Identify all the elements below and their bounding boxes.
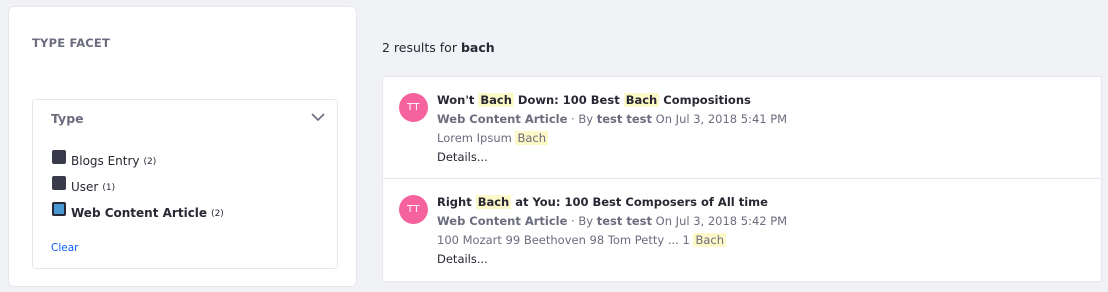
highlight-term: Bach [515, 131, 549, 145]
result-type: Web Content Article [437, 214, 568, 228]
result-title-link[interactable]: Won't Bach Down: 100 Best Bach Compositi… [437, 93, 751, 107]
avatar: TT [399, 195, 428, 224]
facet-term-blogs-entry[interactable]: Blogs Entry (2) [52, 148, 224, 174]
result-type: Web Content Article [437, 112, 568, 126]
result-title-link[interactable]: Right Bach at You: 100 Best Composers of… [437, 195, 768, 209]
result-item: TT Won't Bach Down: 100 Best Bach Compos… [383, 77, 1101, 179]
by-text: · By [567, 214, 597, 228]
facet-term-label: Web Content Article [71, 206, 208, 220]
result-date: On Jul 3, 2018 5:41 PM [652, 112, 788, 126]
facet-term-label: User [71, 180, 99, 194]
facet-term-web-content-article[interactable]: Web Content Article (2) [52, 200, 224, 226]
highlight-term: Bach [693, 233, 727, 247]
result-meta: Web Content Article · By test test On Ju… [437, 112, 787, 126]
result-author: test test [596, 112, 653, 126]
checkbox[interactable] [52, 176, 66, 190]
result-snippet: 100 Mozart 99 Beethoven 98 Tom Petty ...… [437, 233, 727, 247]
facet-term-list: Blogs Entry (2) User (1) Web Content Art… [52, 148, 224, 226]
avatar: TT [399, 93, 428, 122]
results-list: TT Won't Bach Down: 100 Best Bach Compos… [382, 76, 1102, 282]
result-date: On Jul 3, 2018 5:42 PM [652, 214, 788, 228]
title-text: Compositions [659, 93, 751, 107]
panel-title[interactable]: Type [51, 111, 84, 126]
highlight-term: Bach [478, 93, 514, 107]
results-count-text: 2 results for [382, 40, 457, 55]
result-item: TT Right Bach at You: 100 Best Composers… [383, 179, 1101, 280]
results-summary: 2 results for bach [382, 40, 495, 55]
details-link[interactable]: Details... [437, 252, 488, 266]
facet-term-label: Blogs Entry [71, 154, 140, 168]
facet-heading: TYPE FACET [32, 36, 111, 50]
chevron-down-icon[interactable] [311, 112, 325, 122]
facet-term-user[interactable]: User (1) [52, 174, 224, 200]
facet-term-count: (2) [143, 157, 157, 167]
type-facet-card: TYPE FACET Type Blogs Entry (2) User (1)… [8, 6, 357, 287]
facet-term-count: (2) [211, 209, 224, 219]
result-meta: Web Content Article · By test test On Ju… [437, 214, 787, 228]
result-author: test test [596, 214, 653, 228]
title-text: Won't [437, 93, 479, 107]
result-snippet: Lorem Ipsum Bach [437, 131, 549, 145]
title-text: Down: 100 Best [513, 93, 624, 107]
snippet-text: Lorem Ipsum [437, 131, 516, 145]
clear-link[interactable]: Clear [51, 242, 78, 254]
type-facet-panel: Type Blogs Entry (2) User (1) Web Conten… [32, 99, 338, 269]
highlight-term: Bach [623, 93, 660, 107]
details-link[interactable]: Details... [437, 150, 488, 164]
snippet-text: 100 Mozart 99 Beethoven 98 Tom Petty ...… [437, 233, 694, 247]
facet-term-count: (1) [102, 183, 116, 193]
search-keyword: bach [460, 40, 495, 55]
title-text: at You: 100 Best Composers of All time [511, 195, 768, 209]
highlight-term: Bach [475, 195, 512, 209]
title-text: Right [437, 195, 476, 209]
by-text: · By [567, 112, 597, 126]
checkbox-checked[interactable] [52, 202, 66, 216]
checkbox[interactable] [52, 150, 66, 164]
